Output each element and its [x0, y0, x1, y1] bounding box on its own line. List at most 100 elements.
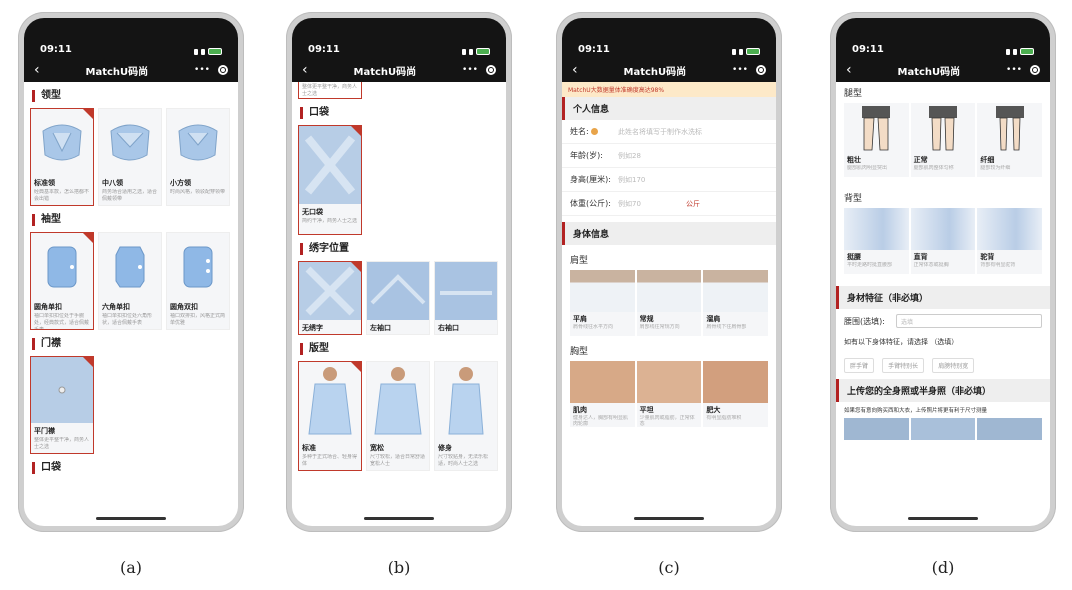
option-name: 修身	[438, 444, 452, 452]
option-name: 正常	[913, 156, 928, 164]
option-name: 中八领	[102, 179, 123, 187]
back-icon[interactable]: ‹	[34, 63, 40, 77]
status-bar: 09:11	[292, 18, 506, 58]
capsule-menu[interactable]: •••	[462, 65, 496, 75]
option-card[interactable]: 标准 多种于正式场合、轻身得体	[298, 361, 362, 471]
option-desc: 商务场合适用之选，适合佩戴领带	[102, 189, 158, 202]
option-card[interactable]: 正常 腿部肌肉整体匀称	[910, 103, 976, 177]
option-card[interactable]: 圆角双扣 袖口双排扣，风格正式简单优雅	[166, 232, 230, 330]
name-field[interactable]: 姓名: 此姓名将填写于制作水洗标	[562, 120, 776, 144]
personal-info-header: 个人信息	[562, 97, 776, 120]
field-placeholder[interactable]: 例如170	[618, 175, 768, 185]
option-card[interactable]: 驼背 背部有明显驼背	[977, 208, 1043, 274]
option-desc: 肩骨线往水平方向	[573, 324, 614, 330]
back-icon[interactable]: ‹	[302, 63, 308, 77]
more-icon[interactable]: •••	[1006, 65, 1022, 75]
field-label: 腰围(选填):	[844, 316, 885, 326]
option-card[interactable]: 肥大 有明显脂肪堆积	[703, 361, 769, 427]
option-card[interactable]: 无口袋 简约干净，商务人士之选	[298, 125, 362, 235]
caption-d: (d)	[931, 558, 955, 577]
option-card[interactable]: 标准领 经典基本款，怎么搭都不会出错	[30, 108, 94, 206]
nav-bar: ‹ MatchU码尚 •••	[836, 58, 1050, 82]
option-card[interactable]: 修身 尺寸较贴身，无法乐松适，时尚人士之选	[434, 361, 498, 471]
more-icon[interactable]: •••	[194, 65, 210, 75]
option-name: 粗壮	[847, 156, 861, 164]
back-icon[interactable]: ‹	[572, 63, 578, 77]
option-card[interactable]: 六角单扣 袖口单扣扣位处六角形状，适合佩戴手表	[98, 232, 162, 330]
option-name: 驼背	[980, 253, 995, 261]
option-card[interactable]: 直背 正常体态或挺胸	[910, 208, 976, 274]
option-card[interactable]: 挺腰 平时走路时挺直腰部	[844, 208, 909, 274]
close-target-icon[interactable]	[1029, 65, 1040, 75]
capsule-menu[interactable]: •••	[194, 65, 228, 75]
collar-options: 标准领 经典基本款，怎么搭都不会出错 中八领 商务场合适用之选，适合佩戴领带 小…	[30, 108, 238, 206]
option-card[interactable]: 宽松 尺寸较松，适合日常舒适宽松人士	[366, 361, 430, 471]
example-photo[interactable]	[910, 418, 976, 440]
option-card[interactable]: 圆角单扣 袖口单扣扣位处于手腕处，经典款式，适合佩戴手表	[30, 232, 94, 330]
status-time: 09:11	[308, 44, 340, 55]
option-desc: 袖口单扣扣位处六角形状，适合佩戴手表	[102, 313, 153, 326]
option-card[interactable]: 常规 肩部线往常规方向	[636, 270, 702, 336]
option-desc: 简约干净，商务人士之选	[302, 218, 358, 224]
age-field[interactable]: 年龄(岁): 例如28	[562, 144, 776, 168]
field-placeholder[interactable]: 例如28	[618, 151, 768, 161]
option-desc: 尺寸较松，适合日常舒适宽松人士	[370, 454, 426, 467]
height-field[interactable]: 身高(厘米): 例如170	[562, 168, 776, 192]
info-icon[interactable]	[590, 128, 598, 135]
option-card[interactable]: 左袖口	[366, 261, 430, 335]
back-icon[interactable]: ‹	[846, 63, 852, 77]
option-name: 溜肩	[706, 315, 721, 323]
waist-input[interactable]: 选填	[896, 314, 1042, 328]
home-indicator	[908, 517, 978, 520]
close-target-icon[interactable]	[217, 65, 228, 75]
option-desc: 背部有明显驼背	[980, 262, 1016, 268]
battery-icon	[208, 48, 222, 55]
capsule-menu[interactable]: •••	[1006, 65, 1040, 75]
status-icons	[194, 48, 222, 55]
field-placeholder[interactable]: 此姓名将填写于制作水洗标	[618, 127, 768, 137]
capsule-menu[interactable]: •••	[732, 65, 766, 75]
option-desc: 肩骨线下往肩骨部	[706, 324, 747, 330]
field-label: 姓名:	[570, 126, 618, 137]
figure-chip[interactable]: 胖手臂	[844, 358, 875, 373]
figure-chip[interactable]: 肩膀特别宽	[932, 358, 975, 373]
option-card[interactable]: 肌肉 健身达人，胸部有明显肌肉轮廓	[570, 361, 635, 427]
weight-field[interactable]: 体重(公斤): 例如70 公斤	[562, 192, 776, 216]
status-icons	[1006, 48, 1034, 55]
option-card[interactable]: 粗壮 腿部肌肉明显突出	[844, 103, 909, 177]
option-desc: 时尚风格，领驳配穿领带	[170, 189, 226, 195]
field-placeholder[interactable]: 例如70	[618, 199, 678, 209]
option-card[interactable]: 中八领 商务场合适用之选，适合佩戴领带	[98, 108, 162, 206]
section-title-embroidery: 绣字位置	[300, 243, 506, 255]
collar-image	[99, 109, 161, 175]
option-card[interactable]: 无绣字	[298, 261, 362, 335]
more-icon[interactable]: •••	[462, 65, 478, 75]
example-photo[interactable]	[844, 418, 909, 440]
option-desc: 少量肌肉或脂肪，正常体态	[639, 415, 695, 427]
option-card[interactable]: 平坦 少量肌肉或脂肪，正常体态	[636, 361, 702, 427]
body-info-header: 身体信息	[562, 222, 776, 245]
option-desc: 袖口双排扣，风格正式简单优雅	[170, 313, 226, 326]
back-image	[910, 208, 976, 250]
option-name: 常规	[639, 315, 654, 323]
option-card[interactable]: 平门襟 整体更平整干净，商务人士之选	[30, 356, 94, 454]
status-time: 09:11	[852, 44, 884, 55]
placket-options: 平门襟 整体更平整干净，商务人士之选	[30, 356, 238, 454]
option-card[interactable]: 平肩 肩骨线往水平方向	[570, 270, 635, 336]
option-card[interactable]: 右袖口	[434, 261, 498, 335]
option-desc: 多种于正式场合、轻身得体	[302, 454, 358, 467]
option-card[interactable]: 溜肩 肩骨线下往肩骨部	[703, 270, 769, 336]
shoulder-options: 平肩 肩骨线往水平方向 常规 肩部线往常规方向 溜肩 肩骨线下往肩骨部	[562, 270, 776, 336]
status-bar: 09:11	[562, 18, 776, 58]
figure-chip[interactable]: 手臂特别长	[882, 358, 925, 373]
close-target-icon[interactable]	[485, 65, 496, 75]
option-name: 圆角双扣	[170, 303, 198, 311]
close-target-icon[interactable]	[755, 65, 766, 75]
battery-icon	[746, 48, 760, 55]
option-card[interactable]: 纤细 腿部较为纤细	[977, 103, 1043, 177]
option-card[interactable]: 小方领 时尚风格，领驳配穿领带	[166, 108, 230, 206]
option-desc: 腿部较为纤细	[980, 165, 1011, 171]
waist-field[interactable]: 腰围(选填): 选填	[836, 309, 1050, 333]
example-photo[interactable]	[977, 418, 1043, 440]
more-icon[interactable]: •••	[732, 65, 748, 75]
